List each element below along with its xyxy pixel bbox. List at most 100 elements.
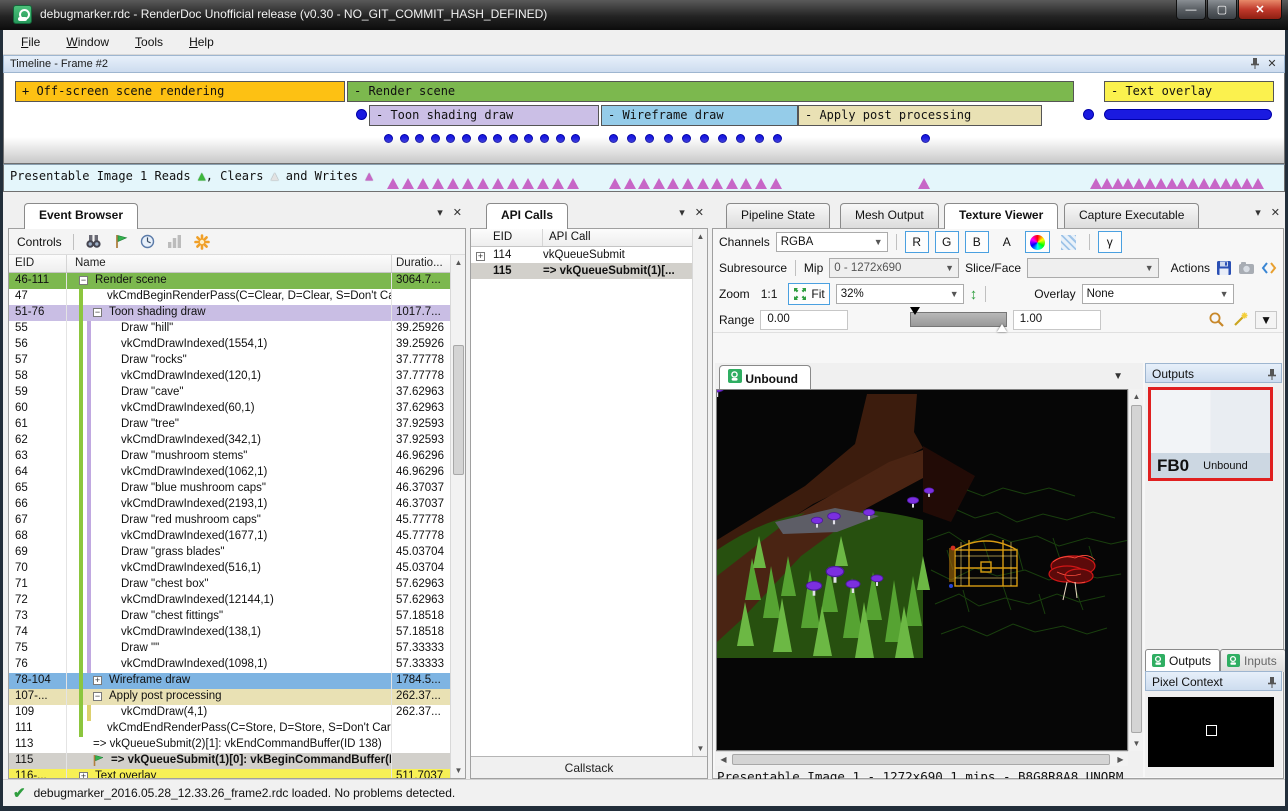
timeline-write-triangle[interactable] <box>638 178 650 189</box>
right-panel-menu-icon[interactable]: ▾ <box>1255 206 1261 219</box>
api-grid-header[interactable]: EID API Call <box>471 229 692 247</box>
tab-pipeline-state[interactable]: Pipeline State <box>726 203 830 228</box>
event-row[interactable]: 116-...+Text overlay511.7037 <box>9 769 450 778</box>
range-min-handle[interactable] <box>910 307 920 315</box>
timeline-write-triangle[interactable] <box>1252 178 1264 189</box>
pixel-context-view[interactable] <box>1148 697 1274 767</box>
timeline-write-triangle[interactable] <box>417 178 429 189</box>
scroll-up-icon[interactable]: ▲ <box>1129 389 1144 404</box>
timeline-write-triangle[interactable] <box>726 178 738 189</box>
autofit-wand-icon[interactable] <box>1231 311 1249 329</box>
event-grid-header[interactable]: EID Name Duratio... <box>9 255 450 273</box>
sliceface-select[interactable]: ▼ <box>1027 258 1159 278</box>
menu-help[interactable]: Help <box>189 35 214 49</box>
autofit-magnifier-icon[interactable] <box>1207 311 1225 329</box>
timeline-draw-dot[interactable] <box>1083 109 1094 120</box>
event-row[interactable]: 67Draw "red mushroom caps"45.77778 <box>9 513 450 529</box>
maximize-button[interactable]: ▢ <box>1207 0 1237 20</box>
flip-y-button[interactable]: ↕ <box>970 286 978 303</box>
event-browser-menu-icon[interactable]: ▾ <box>437 206 443 219</box>
timeline-bar-render-scene[interactable]: - Render scene <box>347 81 1074 102</box>
timeline-write-triangle[interactable] <box>682 178 694 189</box>
expander-plus-icon[interactable]: + <box>476 252 485 261</box>
timeline-bar-post-processing[interactable]: - Apply post processing <box>798 105 1042 126</box>
event-row[interactable]: 58vkCmdDrawIndexed(120,1)37.77778 <box>9 369 450 385</box>
event-row[interactable]: 65Draw "blue mushroom caps"46.37037 <box>9 481 450 497</box>
scroll-right-icon[interactable]: ▶ <box>1113 752 1128 767</box>
event-row[interactable]: 69Draw "grass blades"45.03704 <box>9 545 450 561</box>
bookmark-star-icon[interactable] <box>193 233 211 251</box>
timeline-write-triangle[interactable] <box>387 178 399 189</box>
timeline-close-icon[interactable]: ✕ <box>1264 57 1280 72</box>
tab-texture-viewer[interactable]: Texture Viewer <box>944 203 1058 229</box>
colorwheel-button[interactable] <box>1025 231 1050 253</box>
scroll-thumb[interactable] <box>1131 405 1142 733</box>
open-link-icon[interactable] <box>1238 259 1255 277</box>
event-row[interactable]: 56vkCmdDrawIndexed(1554,1)39.25926 <box>9 337 450 353</box>
timeline-pin-icon[interactable] <box>1246 57 1262 72</box>
expander-minus-icon[interactable]: − <box>79 276 88 285</box>
gamma-button[interactable]: γ <box>1098 231 1122 253</box>
timeline-write-triangle[interactable] <box>462 178 474 189</box>
tab-capture-executable[interactable]: Capture Executable <box>1064 203 1199 228</box>
event-row[interactable]: 66vkCmdDrawIndexed(2193,1)46.37037 <box>9 497 450 513</box>
menu-tools[interactable]: Tools <box>135 35 163 49</box>
tab-outputs[interactable]: Outputs <box>1145 649 1220 672</box>
api-column-call[interactable]: API Call <box>543 229 692 246</box>
timeline-write-triangle[interactable] <box>697 178 709 189</box>
menu-window[interactable]: Window <box>66 35 109 49</box>
texture-image[interactable] <box>716 389 1128 751</box>
channel-blue-button[interactable]: B <box>965 231 989 253</box>
event-row[interactable]: 63Draw "mushroom stems"46.96296 <box>9 449 450 465</box>
checker-button[interactable] <box>1056 231 1081 253</box>
event-row[interactable]: 75Draw ""57.33333 <box>9 641 450 657</box>
save-icon[interactable] <box>1216 259 1232 277</box>
event-row[interactable]: 62vkCmdDrawIndexed(342,1)37.92593 <box>9 433 450 449</box>
api-calls-scrollbar[interactable]: ▲ ▼ <box>692 229 707 756</box>
overlay-select[interactable]: None▼ <box>1082 284 1234 304</box>
texture-vscrollbar[interactable]: ▲ ▼ <box>1128 389 1143 751</box>
fb0-thumbnail[interactable]: FB0 Unbound <box>1148 387 1273 481</box>
mip-select[interactable]: 0 - 1272x690▼ <box>829 258 959 278</box>
event-row[interactable]: 55Draw "hill"39.25926 <box>9 321 450 337</box>
event-row[interactable]: 71Draw "chest box"57.62963 <box>9 577 450 593</box>
event-row[interactable]: 107-...−Apply post processing262.37... <box>9 689 450 705</box>
timeline-write-triangle[interactable] <box>711 178 723 189</box>
range-options-button[interactable]: ▼ <box>1255 311 1277 329</box>
timeline-body[interactable]: + Off-screen scene rendering - Render sc… <box>3 73 1285 164</box>
goto-resource-icon[interactable] <box>1261 259 1277 277</box>
close-button[interactable]: ✕ <box>1238 0 1282 20</box>
callstack-section[interactable]: Callstack <box>471 756 707 778</box>
event-row[interactable]: 68vkCmdDrawIndexed(1677,1)45.77778 <box>9 529 450 545</box>
pin-icon[interactable] <box>1267 368 1276 383</box>
time-draws-icon[interactable] <box>139 233 157 251</box>
menu-file[interactable]: File <box>21 35 40 49</box>
timeline-write-triangle[interactable] <box>755 178 767 189</box>
range-max-field[interactable]: 1.00 <box>1013 310 1101 330</box>
expander-plus-icon[interactable]: + <box>79 772 88 778</box>
event-browser-scrollbar[interactable]: ▲ ▼ <box>450 255 465 778</box>
channels-select[interactable]: RGBA▼ <box>776 232 888 252</box>
scroll-up-icon[interactable]: ▲ <box>451 255 466 270</box>
expander-plus-icon[interactable]: + <box>93 676 102 685</box>
timeline-bar-text-overlay[interactable]: - Text overlay <box>1104 81 1274 102</box>
tab-unbound[interactable]: Unbound <box>719 365 811 389</box>
zoom-1to1-button[interactable]: 1:1 <box>756 283 783 305</box>
event-row[interactable]: 46-111−Render scene3064.7... <box>9 273 450 289</box>
find-event-icon[interactable] <box>85 233 103 251</box>
event-row[interactable]: 78-104+Wireframe draw1784.5... <box>9 673 450 689</box>
timeline-write-triangle[interactable] <box>552 178 564 189</box>
pin-icon[interactable] <box>1267 676 1276 691</box>
range-min-field[interactable]: 0.00 <box>760 310 848 330</box>
timeline-write-triangle[interactable] <box>522 178 534 189</box>
timeline-resource-strip[interactable]: Presentable Image 1 Reads ▲, Clears ▲ an… <box>3 164 1285 192</box>
expander-minus-icon[interactable]: − <box>93 692 102 701</box>
timeline-write-triangle[interactable] <box>653 178 665 189</box>
scroll-down-icon[interactable]: ▼ <box>693 741 708 756</box>
timeline-write-triangle[interactable] <box>507 178 519 189</box>
scroll-down-icon[interactable]: ▼ <box>451 763 466 778</box>
api-calls-menu-icon[interactable]: ▾ <box>679 206 685 219</box>
event-row[interactable]: 73Draw "chest fittings"57.18518 <box>9 609 450 625</box>
tab-event-browser[interactable]: Event Browser <box>24 203 138 229</box>
event-row[interactable]: 76vkCmdDrawIndexed(1098,1)57.33333 <box>9 657 450 673</box>
